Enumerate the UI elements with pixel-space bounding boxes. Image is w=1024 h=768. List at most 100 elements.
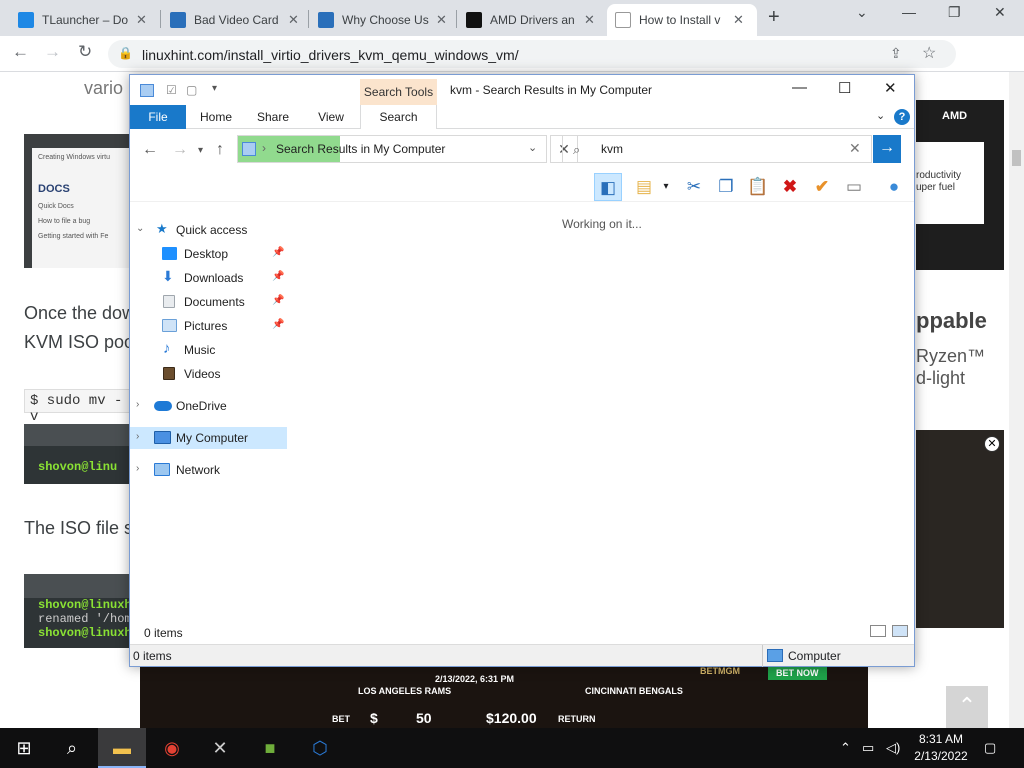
restore-icon[interactable]: ❐ [948, 4, 961, 21]
nav-downloads[interactable]: ⬇ Downloads 📌 [130, 267, 287, 289]
expanded-chevron-icon[interactable]: ⌄ [136, 223, 144, 234]
recent-locations-icon[interactable]: ▾ [198, 145, 203, 156]
volume-tray-icon[interactable]: ◁) [886, 740, 900, 756]
forward-icon[interactable]: → [172, 141, 188, 159]
breadcrumb-arrow-icon[interactable]: › [262, 141, 266, 155]
paste-icon[interactable]: 📋 [744, 173, 772, 201]
nav-documents[interactable]: Documents 📌 [130, 291, 287, 313]
delete-icon[interactable]: ✖ [776, 173, 804, 201]
search-query-text[interactable]: kvm [601, 142, 623, 156]
clear-search-icon[interactable]: ✕ [849, 140, 861, 157]
terminal-line: shovon@linuxhi [38, 598, 129, 612]
back-icon[interactable]: ← [12, 42, 29, 62]
close-icon[interactable]: ✕ [733, 12, 744, 28]
explorer-navigation-bar: ← → ▾ ↑ › Search Results in My Computer … [130, 131, 914, 171]
pin-icon[interactable]: 📌 [272, 271, 284, 282]
tab-how-to-install[interactable]: How to Install v ✕ [607, 4, 757, 36]
tab-file[interactable]: File [130, 105, 186, 129]
copy-icon[interactable]: ❐ [712, 173, 740, 201]
address-bar[interactable]: › Search Results in My Computer ⌄ [237, 135, 547, 163]
doc-shot-link: Getting started with Fe [38, 233, 109, 240]
large-icons-view-icon[interactable] [892, 625, 908, 637]
close-window-icon[interactable]: ✕ [994, 4, 1006, 21]
nav-music[interactable]: ♪ Music [130, 339, 287, 361]
minimize-icon[interactable]: — [902, 4, 916, 20]
tools-taskbar-icon[interactable]: ✕ [196, 728, 244, 768]
search-go-button[interactable]: → [873, 135, 901, 163]
properties-icon[interactable]: ☑ [166, 83, 177, 97]
amd-advertisement[interactable]: AMD roductivity uper fuel [916, 100, 1004, 270]
forward-icon[interactable]: → [44, 42, 61, 62]
tab-bad-video-card[interactable]: Bad Video Card ✕ [162, 4, 308, 36]
share-icon[interactable]: ⇪ [890, 45, 902, 62]
pin-icon[interactable]: 📌 [272, 247, 284, 258]
tab-share[interactable]: Share [248, 105, 298, 129]
notifications-icon[interactable]: ▢ [984, 740, 996, 756]
rename-icon[interactable]: ▭ [840, 173, 868, 201]
collapsed-chevron-icon[interactable]: › [136, 399, 139, 410]
new-folder-icon[interactable]: ▢ [186, 83, 197, 97]
taskbar-clock[interactable]: 8:31 AM 2/13/2022 [906, 731, 976, 765]
nav-desktop[interactable]: Desktop 📌 [130, 243, 287, 265]
close-icon[interactable]: ✕ [584, 12, 595, 28]
video-advertisement[interactable]: ✕ [916, 430, 1004, 628]
address-dropdown-icon[interactable]: ⌄ [528, 141, 537, 154]
globe-icon[interactable]: ● [880, 173, 908, 201]
page-scrollbar[interactable] [1009, 72, 1024, 728]
chrome-taskbar-icon[interactable]: ◉ [148, 728, 196, 768]
close-icon[interactable]: ✕ [436, 12, 447, 28]
url-text[interactable]: linuxhint.com/install_virtio_drivers_kvm… [142, 47, 519, 63]
search-icon[interactable]: ⌕ [48, 728, 96, 768]
new-tab-plus-icon[interactable]: + [768, 6, 780, 29]
checkmark-icon[interactable]: ✔ [808, 173, 836, 201]
close-icon[interactable]: ✕ [136, 12, 147, 28]
up-icon[interactable]: ↑ [216, 141, 224, 159]
betmgm-advertisement[interactable]: LOS ANGELES RAMS 2/13/2022, 6:31 PM CINC… [140, 666, 868, 728]
tab-search-chevron-icon[interactable]: ⌄ [856, 4, 868, 21]
close-ad-icon[interactable]: ✕ [984, 436, 1000, 452]
tab-amd-drivers[interactable]: AMD Drivers an ✕ [458, 4, 606, 36]
close-icon[interactable]: ✕ [288, 12, 299, 28]
tab-view[interactable]: View [306, 105, 356, 129]
new-item-dropdown-icon[interactable]: ▾ [652, 173, 680, 201]
nav-network[interactable]: › Network [130, 459, 287, 481]
bookmark-star-icon[interactable]: ☆ [922, 43, 936, 63]
address-bar[interactable]: 🔒 linuxhint.com/install_virtio_drivers_k… [108, 40, 956, 68]
bet-now-button[interactable]: BET NOW [768, 666, 827, 680]
nav-onedrive[interactable]: › OneDrive [130, 395, 287, 417]
tab-search[interactable]: Search [360, 105, 437, 129]
tab-home[interactable]: Home [190, 105, 242, 129]
show-hidden-icons-chevron-icon[interactable]: ⌃ [840, 740, 851, 756]
nav-quick-access[interactable]: ⌄ ★ Quick access [130, 219, 287, 241]
scroll-to-top-button[interactable]: ⌃ [946, 686, 988, 728]
network-tray-icon[interactable]: ▭ [862, 740, 874, 756]
minecraft-taskbar-icon[interactable]: ■ [246, 728, 294, 768]
terminal-line: shovon@linuxhi [38, 626, 129, 640]
collapsed-chevron-icon[interactable]: › [136, 431, 139, 442]
nav-pictures[interactable]: Pictures 📌 [130, 315, 287, 337]
tab-tlauncher[interactable]: TLauncher – Do ✕ [10, 4, 160, 36]
doc-shot-link: Quick Docs [38, 203, 74, 210]
back-icon[interactable]: ← [142, 141, 158, 159]
close-icon[interactable]: ✕ [884, 79, 897, 97]
reload-icon[interactable]: ↻ [78, 42, 92, 62]
address-text[interactable]: Search Results in My Computer [276, 142, 445, 156]
file-explorer-taskbar-icon[interactable]: ▬ [98, 728, 146, 768]
nav-my-computer[interactable]: › My Computer [130, 427, 287, 449]
maximize-icon[interactable]: ☐ [838, 79, 851, 97]
start-windows-icon[interactable]: ⊞ [0, 728, 48, 768]
collapsed-chevron-icon[interactable]: › [136, 463, 139, 474]
pin-icon[interactable]: 📌 [272, 319, 284, 330]
cut-icon[interactable]: ✂ [680, 173, 708, 201]
preview-pane-icon[interactable]: ◧ [594, 173, 622, 201]
pin-icon[interactable]: 📌 [272, 295, 284, 306]
help-icon[interactable]: ? [894, 109, 910, 125]
search-input[interactable]: ⌕ kvm ✕ [562, 135, 872, 163]
nav-videos[interactable]: Videos [130, 363, 287, 385]
collapse-ribbon-icon[interactable]: ⌄ [876, 109, 885, 122]
customize-qat-icon[interactable]: ▾ [212, 83, 217, 94]
shield-app-taskbar-icon[interactable]: ⬡ [296, 728, 344, 768]
minimize-icon[interactable]: — [792, 79, 807, 96]
details-view-icon[interactable] [870, 625, 886, 637]
tab-why-choose-us[interactable]: Why Choose Us ✕ [310, 4, 456, 36]
